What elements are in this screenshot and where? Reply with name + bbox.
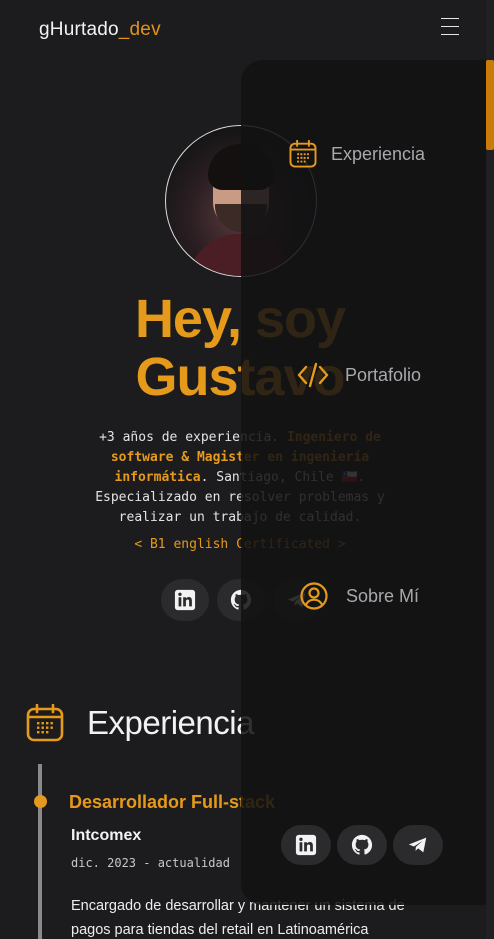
menu-item-label: Experiencia	[331, 143, 426, 164]
timeline-line	[38, 764, 42, 939]
job-date: dic. 2023 - actualidad	[71, 856, 230, 870]
menu-item-experiencia[interactable]: Experiencia	[289, 140, 425, 168]
menu-linkedin-button[interactable]	[281, 825, 331, 865]
calendar-icon	[26, 704, 64, 742]
hamburger-icon[interactable]	[441, 18, 459, 36]
side-menu-overlay	[241, 60, 494, 905]
menu-item-portafolio[interactable]: Portafolio	[297, 362, 421, 388]
timeline-dot	[34, 795, 47, 808]
menu-item-label: Sobre Mí	[346, 585, 420, 606]
user-circle-icon	[300, 582, 328, 610]
job-company: Intcomex	[71, 827, 142, 844]
linkedin-icon	[174, 589, 196, 611]
menu-github-button[interactable]	[337, 825, 387, 865]
calendar-icon	[289, 140, 317, 168]
code-icon	[297, 362, 329, 388]
menu-item-label: Portafolio	[345, 364, 422, 385]
menu-telegram-button[interactable]	[393, 825, 443, 865]
telegram-icon	[408, 837, 427, 853]
menu-item-sobre-mi[interactable]: Sobre Mí	[300, 582, 419, 610]
linkedin-icon	[295, 834, 317, 856]
header: gHurtado_dev	[0, 0, 494, 60]
brand-main: gHurtado	[39, 19, 119, 40]
linkedin-button[interactable]	[161, 579, 209, 621]
scrollbar-thumb[interactable]	[486, 60, 494, 150]
brand-accent: _dev	[118, 19, 161, 40]
brand-logo[interactable]: gHurtado_dev	[39, 19, 161, 41]
experience-section-title: Experiencia	[87, 704, 254, 741]
github-icon	[351, 834, 373, 855]
page: gHurtado_dev Hey, soy Gustavo +3 años de…	[0, 0, 494, 939]
